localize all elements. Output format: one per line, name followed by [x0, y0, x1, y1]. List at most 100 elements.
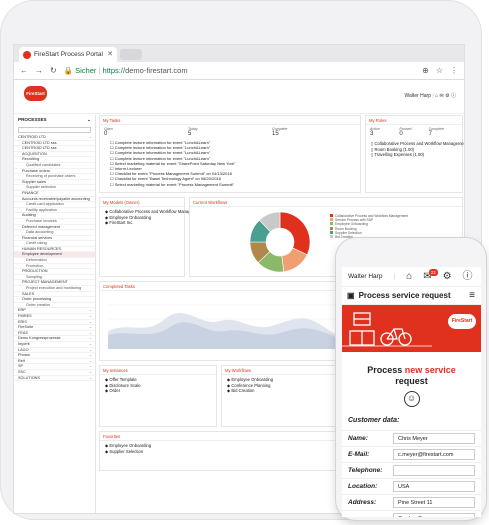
- browser-menu-icon[interactable]: ⋮: [450, 66, 458, 75]
- donut-slice[interactable]: [279, 211, 311, 256]
- form-field-label: Telephone:: [348, 467, 383, 474]
- form-field-label: Address:: [348, 499, 377, 506]
- list-item[interactable]: ☐ Select marketing material for event "P…: [110, 182, 350, 187]
- sidebar-item-label: Purchase orders: [22, 168, 50, 173]
- sidebar-item-label: Supplier selection: [26, 185, 56, 190]
- stat-value: 15: [272, 131, 279, 137]
- info-icon[interactable]: ⓘ: [451, 93, 456, 99]
- form-field-input[interactable]: Garden Grove: [393, 513, 475, 517]
- bookmark-star-icon[interactable]: ☆: [436, 66, 443, 75]
- list-item[interactable]: ◆ FireStart Inc.: [105, 220, 179, 226]
- stat-item[interactable]: Complete 7: [429, 127, 458, 137]
- new-tab-button[interactable]: [120, 49, 142, 60]
- close-tab-icon[interactable]: ✕: [107, 47, 113, 62]
- info-icon[interactable]: ⓘ: [463, 271, 473, 282]
- form-field-input[interactable]: USA: [393, 481, 475, 492]
- mail-icon[interactable]: ✉ 23: [423, 268, 438, 282]
- list-item-label: Travelling Expenses (1.00): [374, 152, 425, 157]
- sidebar-item-label: HUMAN RESOURCES: [22, 246, 62, 251]
- phone-page-title: Process service request: [358, 291, 451, 300]
- phone-top-bar: Walter Harp | ⌂ ✉ 23 ⚙ ⓘ: [342, 267, 481, 287]
- sidebar-item-label: Auditing: [22, 213, 36, 218]
- list-item[interactable]: ▯ Travelling Expenses (1.00): [371, 152, 457, 158]
- my-models-panel: My Models (Owner) ◆ Collaborative Proces…: [99, 197, 202, 277]
- form-field-input[interactable]: Pine Street 11: [393, 497, 475, 508]
- sidebar-item-label: Facility application: [26, 207, 58, 212]
- list-item-label: Bid Creation: [231, 388, 255, 393]
- list-item-label: FireStart Inc.: [109, 220, 134, 225]
- sidebar-item-label: ACQUISITION: [22, 151, 47, 156]
- my-workflows-title: My Workflows: [222, 366, 338, 375]
- list-item-label: Supplier Selection: [109, 448, 144, 454]
- sidebar-item-label: Demo Kongressprozesse: [18, 336, 61, 341]
- stat-item[interactable]: Paused 0: [399, 127, 428, 137]
- form-field-input[interactable]: Chris Meyer: [393, 433, 475, 444]
- sidebar-item-label: SOLUTIONS: [18, 375, 40, 380]
- my-roles-title: My Roles: [366, 116, 462, 125]
- phone-user-name[interactable]: Walter Harp: [348, 273, 382, 280]
- chevron-down-icon[interactable]: ⌄: [89, 376, 92, 381]
- url-field[interactable]: 🔒 Sicher | https://demo-firestart.com: [64, 66, 411, 75]
- home-icon[interactable]: ⌂: [406, 271, 412, 282]
- stat-item[interactable]: Today 5: [188, 127, 272, 137]
- sidebar-item-label: Sampling: [26, 274, 42, 279]
- app-header: FireStart Walter Harp | ⌂ ✉ ⚙ ⓘ: [14, 80, 464, 114]
- sidebar-item-label: Reif: [18, 358, 25, 363]
- sidebar-item-label: Promotion: [26, 263, 44, 268]
- sidebar-item[interactable]: SOLUTIONS ⌄: [14, 376, 95, 382]
- phone-screen: Walter Harp | ⌂ ✉ 23 ⚙ ⓘ ▣ Process servic…: [342, 267, 481, 517]
- firestart-logo[interactable]: FireStart: [24, 86, 47, 101]
- form-field-input[interactable]: c.meyer@firestart.com: [393, 449, 475, 460]
- list-item-label: Order: [109, 388, 121, 393]
- settings-gear-icon[interactable]: ⚙: [443, 271, 452, 282]
- stat-value: 0: [399, 131, 403, 137]
- stat-item[interactable]: Open 0: [104, 127, 188, 137]
- favorites-panel: Favorites ◆ Employee Onboarding ◆ Supplie…: [99, 431, 339, 471]
- stat-item[interactable]: Active 3: [370, 127, 399, 137]
- my-instances-panel: My Instances ◆ Offer Template ◆ Disclosur…: [99, 365, 217, 427]
- form-heading-part1: Process: [367, 365, 403, 375]
- stat-value: 0: [104, 131, 108, 137]
- list-item[interactable]: ◆ Order: [105, 388, 211, 394]
- browser-tab[interactable]: FireStart Process Portal ✕: [19, 47, 117, 62]
- url-host: demo-firestart.com: [125, 66, 188, 75]
- form-heading-new: new service: [404, 365, 456, 375]
- list-item[interactable]: ◆ Supplier Selection: [105, 449, 333, 455]
- address-bar: ← → ↻ 🔒 Sicher | https://demo-firestart.…: [14, 62, 464, 80]
- sidebar-item-label: SP: [18, 364, 24, 369]
- reload-icon[interactable]: ↻: [50, 66, 57, 75]
- sidebar-item-label: FIBRES: [18, 314, 32, 318]
- sidebar-item-label: Employee development: [22, 252, 62, 257]
- sidebar-item-label: Deferred management: [22, 224, 60, 229]
- hamburger-menu-icon[interactable]: ≡: [469, 290, 475, 301]
- sidebar-item-label: PRODUCTION: [22, 269, 48, 274]
- user-name[interactable]: Walter Harp: [405, 93, 432, 99]
- mail-icon[interactable]: ✉: [440, 93, 444, 99]
- phone-frame: Walter Harp | ⌂ ✉ 23 ⚙ ⓘ ▣ Process servic…: [336, 238, 486, 520]
- list-item[interactable]: ◆ Bid Creation: [227, 388, 333, 394]
- form-row: Garden Grove: [342, 510, 481, 517]
- delivery-illustration: [342, 312, 432, 347]
- stat-item[interactable]: Complete 15: [272, 127, 356, 137]
- legend-swatch: [330, 230, 333, 234]
- forward-icon[interactable]: →: [35, 66, 43, 75]
- back-icon[interactable]: ←: [20, 66, 28, 75]
- process-icon: ▣: [347, 291, 355, 300]
- legend-swatch: [330, 218, 333, 222]
- process-sidebar: PROCESSES ⌄ CENTROID LTD ⌄ CENTROID LTD ss…: [14, 115, 96, 513]
- sidebar-item-label: Receiving of purchase orders: [26, 174, 76, 179]
- sidebar-item-label: CENTROID LTD sss: [22, 146, 57, 151]
- legend-swatch: [330, 222, 333, 226]
- sidebar-item-label: Order creation: [26, 302, 51, 307]
- stat-value: 7: [428, 131, 432, 137]
- process-search-input[interactable]: [18, 127, 91, 133]
- collapse-chevron-icon[interactable]: ⌄: [87, 117, 91, 123]
- form-field-label: E-Mail:: [348, 451, 370, 458]
- form-heading-part2: request: [395, 376, 428, 386]
- zoom-icon[interactable]: ⊕: [422, 66, 429, 75]
- home-icon[interactable]: ⌂: [435, 93, 438, 99]
- processes-header: PROCESSES ⌄: [14, 115, 95, 125]
- settings-gear-icon[interactable]: ⚙: [445, 93, 449, 99]
- my-tasks-panel: My Tasks Open 0 Today 5 Complete 15 ☐ Complet…: [99, 115, 361, 193]
- form-field-input[interactable]: [393, 465, 475, 476]
